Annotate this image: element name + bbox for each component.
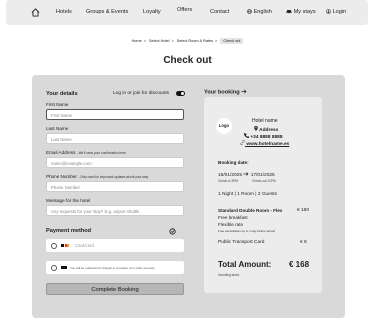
page-title: Check out <box>163 55 212 66</box>
breadcrumb-separator: > <box>143 39 146 43</box>
payment-option-paypal[interactable]: You will be redirected to Paypal to comp… <box>46 261 184 274</box>
phone-note: - Only used for important updates about … <box>78 175 149 179</box>
rate-type: Flexible rate <box>218 222 244 227</box>
message-label: Message for the hotel <box>46 198 91 203</box>
language-label: English <box>253 9 272 15</box>
nav-groups-events[interactable]: Groups & Events <box>86 0 128 25</box>
arrow-right-icon <box>243 172 249 176</box>
login-link[interactable]: Login <box>326 0 346 25</box>
cancellation-policy: Free cancellation up to 1 day before arr… <box>218 228 275 233</box>
email-label-text: Email Address <box>46 150 76 155</box>
message-field[interactable]: Any requests for your stay? E.g. airport… <box>46 205 184 216</box>
transport-item: Public Transport Card <box>218 240 265 245</box>
hotel-phone[interactable]: +34 8888 8888 <box>244 133 283 140</box>
checkin-date: 16/01/2025 <box>218 173 243 178</box>
checkout-date: 17/01/2025 <box>250 173 275 178</box>
paypal-radio[interactable] <box>51 265 57 271</box>
hotel-website[interactable]: www.hotelname.es <box>240 140 289 147</box>
payment-option-card[interactable]: Card/card <box>46 239 184 252</box>
arrow-right-icon <box>241 89 247 94</box>
details-title: Your details <box>46 91 78 97</box>
my-stays-label: My stays <box>293 9 316 15</box>
hotel-logo: Logo <box>216 118 232 134</box>
email-field[interactable]: name@example.com <box>46 157 184 168</box>
checkout-time: Check-out 11PM <box>252 179 276 183</box>
breadcrumb-current: Check out <box>220 38 244 44</box>
hotel-address: Address <box>254 126 278 133</box>
card-number-placeholder: Card/card <box>75 243 94 248</box>
booking-summary: Logo Hotel name Address +34 8888 8888 ww… <box>204 97 322 293</box>
home-icon[interactable] <box>31 8 40 17</box>
phone-label: Phone Number - Only used for important u… <box>46 174 148 179</box>
email-note: - We'll send your confirmation here <box>76 151 126 155</box>
my-stays-link[interactable]: My stays <box>286 0 316 25</box>
last-name-label: Last Name <box>46 126 69 131</box>
user-icon <box>326 8 331 14</box>
card-icon <box>61 244 69 247</box>
breadcrumb-separator: > <box>171 39 174 43</box>
email-label: Email Address - We'll send your confirma… <box>46 150 126 155</box>
paypal-icon <box>61 266 67 269</box>
stay-summary: 1 Night | 1 Room | 2 Guests <box>218 192 278 197</box>
nav-loyalty[interactable]: Loyalty <box>143 0 161 25</box>
paypal-redirect-note: You will be redirected to Paypal to comp… <box>70 265 155 270</box>
breadcrumb: Home > Select Hotel > Select Room & Rates >… <box>0 38 375 44</box>
room-name: Standard Double Room - Flex <box>218 208 283 213</box>
link-icon <box>240 140 245 145</box>
location-pin-icon <box>254 126 258 131</box>
hotel-website-text: www.hotelname.es <box>246 142 290 147</box>
taxes-note: Including taxes <box>218 273 240 277</box>
room-price: € 160 <box>297 208 310 213</box>
booking-title-text: Your booking <box>204 89 240 96</box>
login-label: Login <box>332 9 347 15</box>
breadcrumb-separator: > <box>215 39 218 43</box>
language-selector[interactable]: English <box>247 0 272 25</box>
booking-date-range: 16/01/2025 17/01/2025 <box>218 172 275 178</box>
breakfast-included: Free breakfast <box>218 215 248 220</box>
top-nav: Hotels Groups & Events Loyalty Offers Co… <box>6 0 368 25</box>
discount-toggle[interactable] <box>176 91 185 96</box>
nav-contact[interactable]: Contact <box>210 0 229 25</box>
payment-title: Payment method <box>46 228 92 234</box>
hotel-name: Hotel name <box>252 118 278 124</box>
checkout-card: Your details Log in or join for discount… <box>32 75 345 318</box>
first-name-label: First Name <box>46 102 69 107</box>
phone-field[interactable]: Phone Number <box>46 181 184 192</box>
breadcrumb-select-hotel[interactable]: Select Hotel <box>149 39 169 43</box>
phone-icon <box>244 133 249 138</box>
breadcrumb-home[interactable]: Home <box>132 39 142 43</box>
secure-payment-icon <box>169 228 176 235</box>
nav-offers[interactable]: Offers <box>177 0 192 23</box>
first-name-field[interactable]: First Name <box>46 109 184 120</box>
phone-label-text: Phone Number <box>46 174 77 179</box>
login-prompt: Log in or join for discounts <box>113 91 169 96</box>
booking-dates-label: Booking date: <box>218 160 249 165</box>
complete-booking-button[interactable]: Complete Booking <box>46 283 184 295</box>
last-name-field[interactable]: Last Name <box>46 133 184 144</box>
nav-hotels[interactable]: Hotels <box>56 0 72 25</box>
total-price: € 168 <box>289 260 310 269</box>
breadcrumb-select-room[interactable]: Select Room & Rates <box>177 39 213 43</box>
globe-icon <box>247 8 252 14</box>
car-icon <box>286 9 292 14</box>
total-label: Total Amount: <box>218 260 272 269</box>
checkin-time: Check-in 3PM <box>218 179 239 183</box>
booking-title: Your booking <box>204 89 247 96</box>
transport-price: € 8 <box>300 240 307 245</box>
card-radio[interactable] <box>51 243 57 249</box>
